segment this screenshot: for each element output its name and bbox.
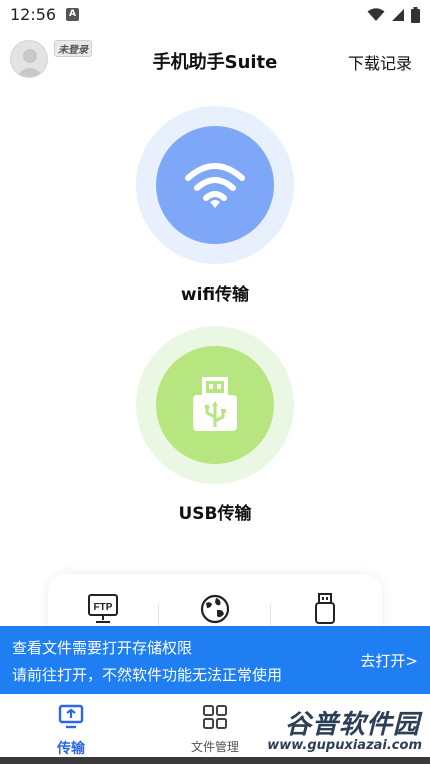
status-time: 12:56: [10, 5, 57, 24]
app-header: 未登录 手机助手Suite 下载记录: [0, 30, 430, 90]
svg-text:FTP: FTP: [94, 602, 113, 613]
watermark-logo: 谷普软件园 www.gupuxiazai.com: [236, 700, 430, 764]
usb-transfer-label: USB传输: [178, 504, 252, 524]
open-permission-button[interactable]: 去打开>: [360, 650, 418, 671]
wifi-transfer-button[interactable]: [136, 106, 294, 264]
status-bar: 12:56 A: [0, 0, 430, 30]
wifi-transfer-label: wifi传输: [180, 285, 250, 305]
signal-icon: [392, 9, 404, 21]
usb-drive-button[interactable]: [308, 592, 342, 626]
wifi-icon: [185, 163, 245, 208]
watermark-name: 谷普软件园: [284, 710, 420, 740]
taskbar-strip: [0, 757, 430, 764]
usb-icon: [193, 377, 237, 431]
status-icons: [367, 7, 420, 23]
globe-icon: [200, 594, 230, 624]
wifi-icon: [367, 8, 385, 21]
web-transfer-button[interactable]: [198, 592, 232, 626]
ftp-icon: FTP: [88, 594, 118, 623]
tab-transfer-label: 传输: [57, 741, 85, 757]
battery-icon: [411, 7, 420, 23]
grid-icon: [203, 705, 227, 729]
notification-app-icon: A: [66, 8, 79, 21]
usb-transfer-circle: [156, 346, 274, 464]
download-history-link[interactable]: 下载记录: [348, 50, 412, 74]
wifi-transfer-circle: [156, 126, 274, 244]
permission-message: 查看文件需要打开存储权限: [12, 639, 193, 657]
transfer-icon: [58, 704, 84, 729]
tab-transfer[interactable]: 传输: [26, 704, 116, 758]
ftp-button[interactable]: FTP: [86, 592, 120, 626]
usb-drive-icon: [315, 593, 335, 624]
permission-hint: 请前往打开，不然软件功能无法正常使用: [12, 666, 283, 684]
usb-transfer-button[interactable]: [136, 326, 294, 484]
storage-permission-banner[interactable]: 查看文件需要打开存储权限 请前往打开，不然软件功能无法正常使用 去打开>: [0, 626, 430, 694]
watermark-url: www.gupuxiazai.com: [267, 738, 422, 753]
